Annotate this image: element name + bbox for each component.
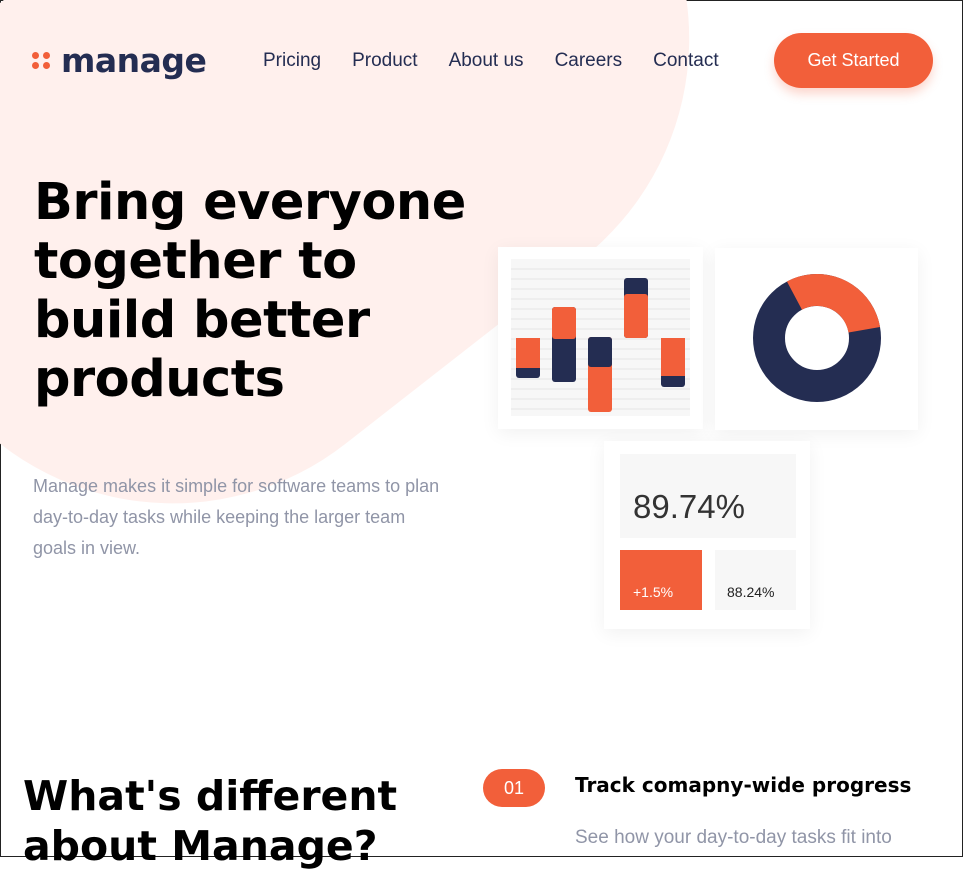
- donut-chart-card: [715, 248, 918, 430]
- main-nav: Pricing Product About us Careers Contact: [263, 50, 719, 72]
- nav-link-about[interactable]: About us: [449, 50, 524, 72]
- donut-chart-illustration: [753, 274, 881, 402]
- feature-description: See how your day-to-day tasks fit into: [575, 827, 892, 848]
- bar-chart-card: [498, 247, 703, 429]
- section-title: What's different about Manage?: [23, 772, 398, 870]
- nav-link-product[interactable]: Product: [352, 50, 417, 72]
- get-started-button[interactable]: Get Started: [774, 33, 933, 88]
- bar-chart-illustration: [511, 259, 690, 416]
- stat-change-value: +1.5%: [633, 584, 674, 600]
- bar-1-orange: [516, 338, 540, 368]
- bar-4-orange: [624, 294, 648, 338]
- logo-dots-icon: [32, 52, 51, 69]
- feature-title: Track comapny-wide progress: [575, 773, 912, 797]
- stat-secondary-box: 88.24%: [715, 550, 796, 610]
- logo-text: manage: [61, 41, 207, 80]
- feature-number-badge: 01: [483, 769, 545, 807]
- logo[interactable]: manage: [32, 41, 207, 80]
- bar-5-orange: [661, 338, 685, 376]
- bar-3-navy: [588, 337, 612, 367]
- stat-secondary-value: 88.24%: [727, 584, 775, 600]
- bar-2-orange: [552, 307, 576, 339]
- hero-title: Bring everyone together to build better …: [34, 173, 466, 409]
- hero-description: Manage makes it simple for software team…: [33, 476, 440, 558]
- stat-change-box: +1.5%: [620, 550, 702, 610]
- landing-page: manage Pricing Product About us Careers …: [1, 1, 962, 870]
- stats-card: 89.74% +1.5% 88.24%: [604, 441, 810, 629]
- nav-link-contact[interactable]: Contact: [653, 50, 718, 72]
- nav-link-pricing[interactable]: Pricing: [263, 50, 321, 72]
- nav-link-careers[interactable]: Careers: [555, 50, 623, 72]
- stat-main-value: 89.74%: [633, 488, 745, 525]
- stat-main-box: 89.74%: [620, 454, 796, 538]
